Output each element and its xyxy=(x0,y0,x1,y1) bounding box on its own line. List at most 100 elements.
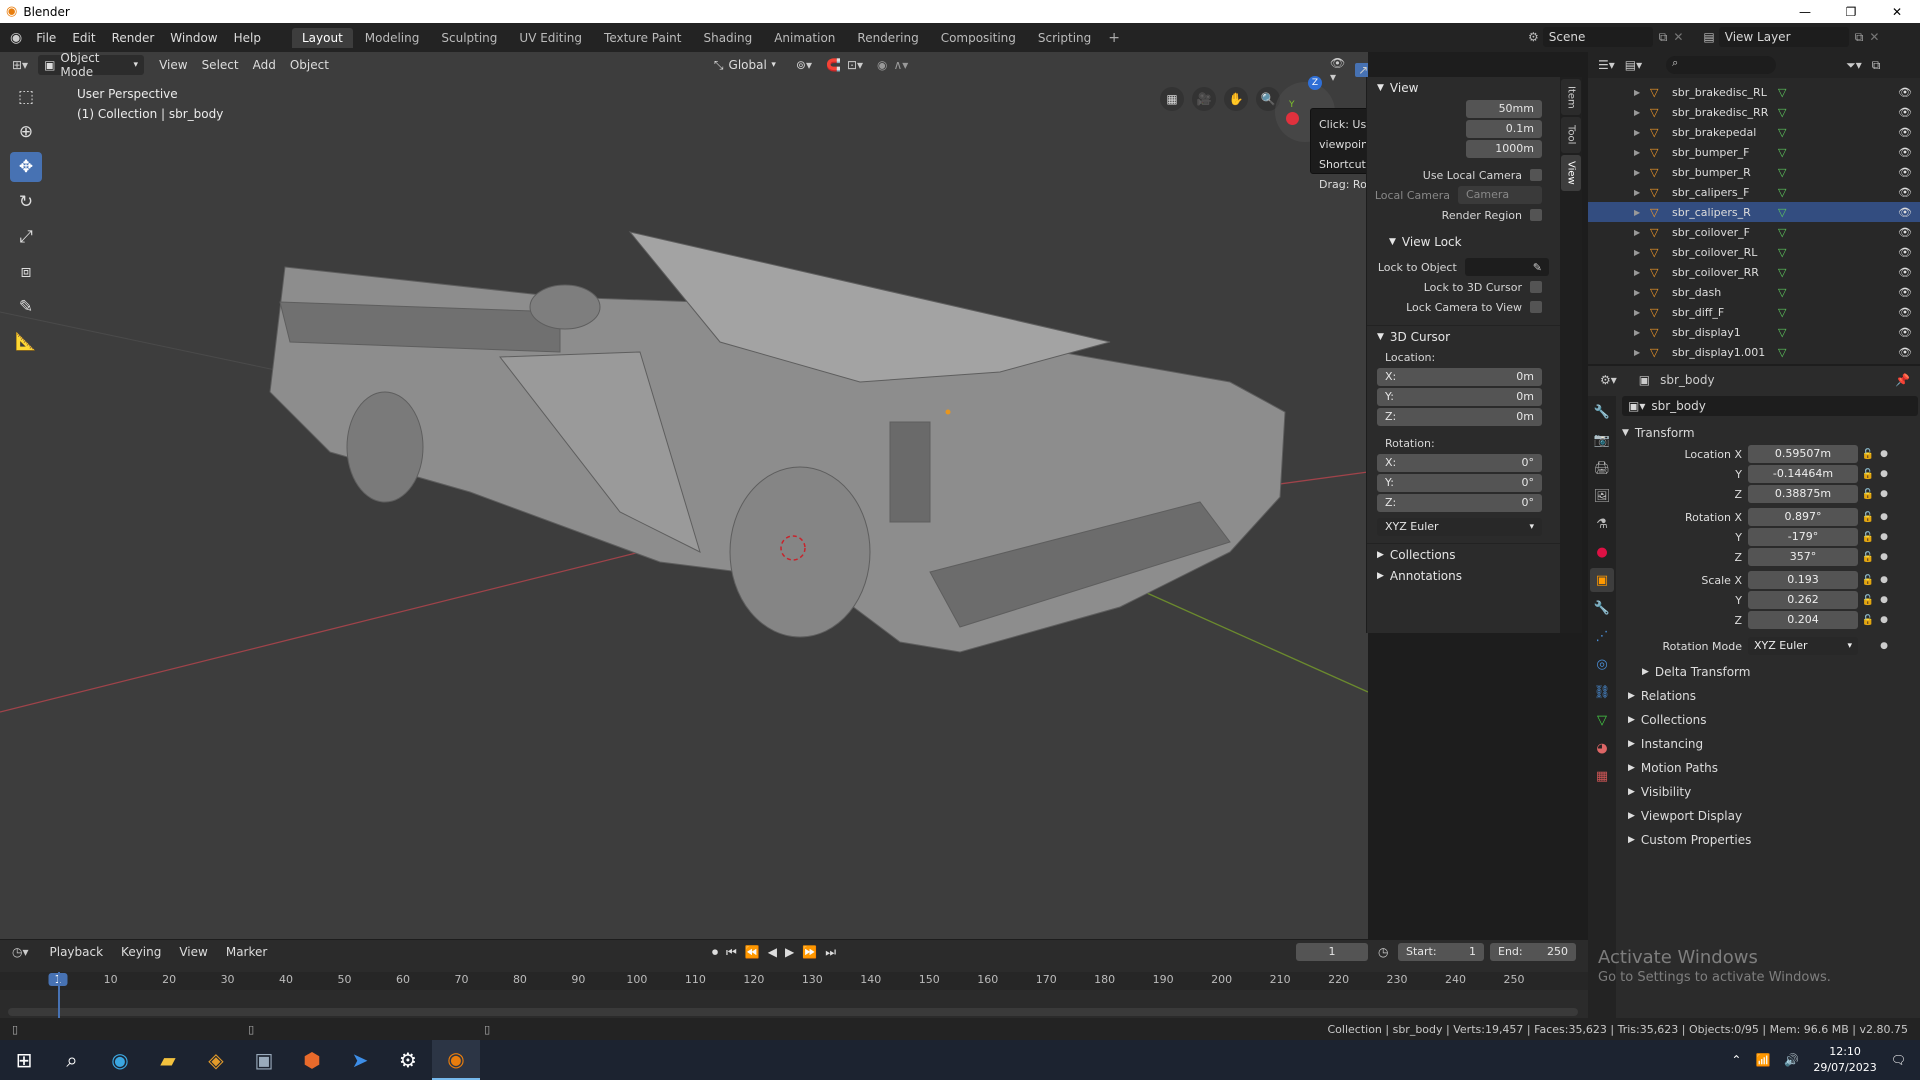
scale-field[interactable]: 0.193 xyxy=(1748,571,1858,589)
properties-editor-type-icon[interactable]: ⚙▾ xyxy=(1600,373,1617,387)
blue-app-icon[interactable]: ➤ xyxy=(336,1040,384,1080)
eye-visibility-icon[interactable]: 👁 xyxy=(1898,146,1912,159)
clip-start-field[interactable]: 0.1m xyxy=(1466,120,1542,138)
properties-section-header[interactable]: ▶ Visibility xyxy=(1622,780,1918,804)
keyframe-dot[interactable]: ● xyxy=(1878,532,1890,542)
outliner-item[interactable]: ▶ ▽ sbr_diff_F ▽ 👁 xyxy=(1588,302,1920,322)
view-lock-header[interactable]: ▼ View Lock xyxy=(1367,231,1560,253)
outliner-item[interactable]: ▶ ▽ sbr_brakedisc_RL ▽ 👁 xyxy=(1588,82,1920,102)
viewport-menu-object[interactable]: Object xyxy=(283,58,336,72)
sidebar-tab-view[interactable]: View xyxy=(1561,155,1581,191)
keyframe-dot[interactable]: ● xyxy=(1878,615,1890,625)
eye-visibility-icon[interactable]: 👁 xyxy=(1898,166,1912,179)
keyframe-dot[interactable]: ● xyxy=(1878,449,1890,459)
delta-transform-header[interactable]: ▶ Delta Transform xyxy=(1622,660,1918,684)
tab-texture-paint[interactable]: Texture Paint xyxy=(594,28,691,48)
timeline-menu-marker[interactable]: Marker xyxy=(219,945,274,959)
properties-section-header[interactable]: ▶ Custom Properties xyxy=(1622,828,1918,852)
use-local-camera-checkbox[interactable] xyxy=(1530,169,1542,181)
record-icon[interactable]: ⏺ xyxy=(712,945,718,960)
next-keyframe-icon[interactable]: ⏩ xyxy=(802,945,817,959)
lock-icon[interactable]: 🔓 xyxy=(1858,469,1878,480)
orange-app-icon[interactable]: ⬢ xyxy=(288,1040,336,1080)
cursor-tool-icon[interactable]: ⊕ xyxy=(10,117,42,147)
scene-icon[interactable]: ⚙ xyxy=(1528,30,1539,44)
mesh-data-icon[interactable]: ▽ xyxy=(1778,246,1786,259)
new-view-layer-icon[interactable]: ⧉ xyxy=(1855,30,1864,45)
expand-arrow-icon[interactable]: ▶ xyxy=(1634,268,1640,277)
volume-icon[interactable]: 🔊 xyxy=(1784,1053,1799,1067)
expand-arrow-icon[interactable]: ▶ xyxy=(1634,168,1640,177)
blender-taskbar-icon[interactable]: ◉ xyxy=(432,1040,480,1080)
camera-view-icon[interactable]: 🎥 xyxy=(1192,87,1216,111)
outliner-editor-type-icon[interactable]: ☰▾ xyxy=(1598,58,1615,72)
clip-end-field[interactable]: 1000m xyxy=(1466,140,1542,158)
properties-section-header[interactable]: ▶ Viewport Display xyxy=(1622,804,1918,828)
transform-tool-icon[interactable]: ⧈ xyxy=(10,257,42,287)
outliner-item[interactable]: ▶ ▽ sbr_coilover_RR ▽ 👁 xyxy=(1588,262,1920,282)
lock-icon[interactable]: 🔓 xyxy=(1858,595,1878,606)
orientation-dropdown[interactable]: ⤡ Global ▾ xyxy=(708,55,782,75)
mesh-data-icon[interactable]: ▽ xyxy=(1778,186,1786,199)
lock-icon[interactable]: 🔓 xyxy=(1858,489,1878,500)
mesh-data-icon[interactable]: ▽ xyxy=(1778,286,1786,299)
expand-arrow-icon[interactable]: ▶ xyxy=(1634,248,1640,257)
eye-visibility-icon[interactable]: 👁 xyxy=(1898,246,1912,259)
mesh-data-icon[interactable]: ▽ xyxy=(1778,326,1786,339)
keyframe-dot[interactable]: ● xyxy=(1878,641,1890,651)
mesh-data-icon[interactable]: ▽ xyxy=(1778,126,1786,139)
keyframe-dot[interactable]: ● xyxy=(1878,552,1890,562)
world-tab-icon[interactable]: ● xyxy=(1590,540,1614,564)
eye-visibility-icon[interactable]: 👁 xyxy=(1898,306,1912,319)
view-layer-icon[interactable]: ▤ xyxy=(1703,30,1714,44)
mesh-data-icon[interactable]: ▽ xyxy=(1778,86,1786,99)
falloff-icon[interactable]: ∧▾ xyxy=(894,58,909,72)
lock-icon[interactable]: 🔓 xyxy=(1858,575,1878,586)
expand-arrow-icon[interactable]: ▶ xyxy=(1634,308,1640,317)
tab-animation[interactable]: Animation xyxy=(764,28,845,48)
tab-layout[interactable]: Layout xyxy=(291,27,353,48)
outliner-search-input[interactable]: ⌕ xyxy=(1666,56,1777,74)
mesh-data-icon[interactable]: ▽ xyxy=(1778,266,1786,279)
gizmo-x-axis[interactable] xyxy=(1286,112,1299,125)
mesh-data-icon[interactable]: ▽ xyxy=(1778,166,1786,179)
tab-sculpting[interactable]: Sculpting xyxy=(431,28,507,48)
playhead[interactable] xyxy=(58,972,60,1018)
pin-icon[interactable]: 📌 xyxy=(1895,373,1910,387)
modifier-tab-icon[interactable]: 🔧 xyxy=(1590,596,1614,620)
mesh-data-icon[interactable]: ▽ xyxy=(1778,106,1786,119)
sidebar-tab-item[interactable]: Item xyxy=(1561,79,1581,115)
tool-tab-icon[interactable]: 🔧 xyxy=(1590,400,1614,424)
rotate-tool-icon[interactable]: ↻ xyxy=(10,187,42,217)
constraints-tab-icon[interactable]: ⛓ xyxy=(1590,680,1614,704)
lock-icon[interactable]: 🔓 xyxy=(1858,552,1878,563)
expand-arrow-icon[interactable]: ▶ xyxy=(1634,328,1640,337)
delete-view-layer-icon[interactable]: ✕ xyxy=(1869,30,1879,44)
eye-visibility-icon[interactable]: 👁 xyxy=(1898,286,1912,299)
play-icon[interactable]: ▶ xyxy=(785,945,794,959)
menu-window[interactable]: Window xyxy=(162,31,225,45)
settings-icon[interactable]: ⚙ xyxy=(384,1040,432,1080)
mesh-data-icon[interactable]: ▽ xyxy=(1778,146,1786,159)
scene-selector[interactable]: Scene xyxy=(1542,27,1653,47)
annotate-tool-icon[interactable]: ✎ xyxy=(10,292,42,322)
keyframe-dot[interactable]: ● xyxy=(1878,489,1890,499)
eye-visibility-icon[interactable]: 👁 xyxy=(1898,206,1912,219)
local-camera-field[interactable]: Camera xyxy=(1458,186,1542,204)
tab-modeling[interactable]: Modeling xyxy=(355,28,430,48)
delete-scene-icon[interactable]: ✕ xyxy=(1673,30,1683,44)
keyframe-dot[interactable]: ● xyxy=(1878,469,1890,479)
grid-view-icon[interactable]: ▦ xyxy=(1160,87,1184,111)
tab-scripting[interactable]: Scripting xyxy=(1028,28,1101,48)
menu-render[interactable]: Render xyxy=(104,31,163,45)
scale-field[interactable]: 0.204 xyxy=(1748,611,1858,629)
expand-arrow-icon[interactable]: ▶ xyxy=(1634,88,1640,97)
eye-visibility-icon[interactable]: 👁 xyxy=(1898,266,1912,279)
expand-arrow-icon[interactable]: ▶ xyxy=(1634,228,1640,237)
transform-panel-header[interactable]: ▼ Transform xyxy=(1622,422,1918,444)
properties-section-header[interactable]: ▶ Motion Paths xyxy=(1622,756,1918,780)
add-workspace-icon[interactable]: + xyxy=(1108,30,1120,46)
object-tab-icon[interactable]: ▣ xyxy=(1590,568,1614,592)
render-region-checkbox[interactable] xyxy=(1530,209,1542,221)
visibility-icon[interactable]: 👁▾ xyxy=(1330,56,1345,84)
